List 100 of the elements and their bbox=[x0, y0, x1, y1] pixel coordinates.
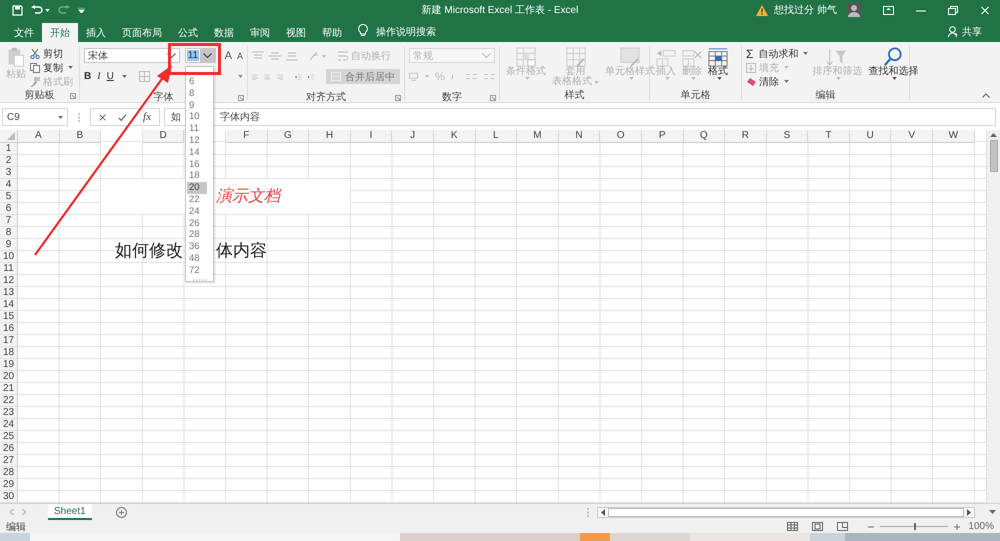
column-header[interactable]: H bbox=[309, 130, 351, 143]
row-header[interactable]: 16 bbox=[0, 323, 18, 335]
user-name[interactable]: 想找过分 帅气 bbox=[774, 3, 837, 17]
row-header[interactable]: 17 bbox=[0, 335, 18, 347]
tell-me-search[interactable]: 操作说明搜索 bbox=[376, 23, 436, 42]
decrease-decimal-icon[interactable] bbox=[484, 72, 495, 82]
restore-icon[interactable] bbox=[948, 6, 958, 14]
font-name-field[interactable]: 宋体 bbox=[84, 48, 180, 63]
row-header[interactable]: 5 bbox=[0, 191, 18, 203]
dialog-launcher-icon[interactable] bbox=[490, 95, 496, 101]
orientation-icon[interactable] bbox=[309, 50, 327, 60]
cut-button[interactable]: 剪切 bbox=[30, 47, 73, 60]
zoom-level[interactable]: 100% bbox=[968, 521, 994, 532]
find-button[interactable]: 查找和选择 bbox=[866, 46, 920, 88]
row-header[interactable]: 28 bbox=[0, 467, 18, 479]
dialog-launcher-icon[interactable] bbox=[238, 95, 244, 101]
font-size-option[interactable]: 11 bbox=[187, 123, 207, 135]
dialog-launcher-icon[interactable] bbox=[70, 93, 76, 99]
add-sheet-icon[interactable] bbox=[116, 506, 127, 518]
select-all-corner[interactable] bbox=[0, 130, 18, 143]
ribbon-tab[interactable]: 公式 bbox=[170, 23, 206, 42]
row-header[interactable]: 10 bbox=[0, 251, 18, 263]
border-icon[interactable] bbox=[138, 71, 150, 82]
grow-font-button[interactable]: A bbox=[224, 50, 232, 62]
align-bottom-icon[interactable] bbox=[286, 50, 298, 60]
row-header[interactable]: 23 bbox=[0, 407, 18, 419]
normal-view-icon[interactable] bbox=[787, 522, 798, 531]
scroll-right-icon[interactable] bbox=[22, 509, 26, 515]
font-size-option[interactable]: 6 bbox=[187, 76, 207, 88]
zoom-thumb[interactable] bbox=[914, 523, 916, 530]
column-header[interactable]: F bbox=[226, 130, 268, 143]
row-header[interactable]: 1 bbox=[0, 143, 18, 155]
dropdown-button[interactable] bbox=[200, 49, 215, 62]
currency-icon[interactable] bbox=[409, 72, 419, 82]
scroll-left-icon[interactable] bbox=[10, 509, 14, 515]
caret-icon[interactable] bbox=[45, 8, 50, 12]
name-box[interactable]: C9 bbox=[2, 108, 68, 126]
font-size-option[interactable]: 10 bbox=[187, 111, 207, 124]
row-header[interactable]: 14 bbox=[0, 299, 18, 311]
row-header[interactable]: 12 bbox=[0, 275, 18, 287]
insert-function-button[interactable]: fx bbox=[143, 111, 151, 123]
row-header[interactable]: 29 bbox=[0, 479, 18, 491]
row-header[interactable]: 24 bbox=[0, 419, 18, 431]
column-header[interactable]: U bbox=[850, 130, 892, 143]
column-header[interactable]: L bbox=[476, 130, 518, 143]
warning-icon[interactable] bbox=[756, 4, 768, 16]
column-header[interactable]: A bbox=[18, 130, 60, 143]
caret-icon[interactable] bbox=[122, 75, 127, 78]
align-left-icon[interactable] bbox=[252, 72, 258, 82]
row-header[interactable]: 21 bbox=[0, 383, 18, 395]
zoom-out-icon[interactable] bbox=[868, 524, 874, 530]
font-size-option[interactable]: 20 bbox=[187, 182, 207, 194]
column-header[interactable]: B bbox=[60, 130, 102, 143]
row-header[interactable]: 4 bbox=[0, 179, 18, 191]
autosum-button[interactable]: Σ 自动求和 bbox=[746, 47, 808, 60]
row-header[interactable]: 15 bbox=[0, 311, 18, 323]
row-header[interactable]: 11 bbox=[0, 263, 18, 275]
undo-icon[interactable] bbox=[31, 5, 43, 15]
row-header[interactable]: 8 bbox=[0, 227, 18, 239]
checkmark-icon[interactable] bbox=[118, 112, 128, 122]
align-top-icon[interactable] bbox=[252, 50, 264, 60]
caret-icon[interactable] bbox=[238, 75, 243, 78]
ribbon-tab[interactable]: 文件 bbox=[6, 23, 42, 42]
dialog-launcher-icon[interactable] bbox=[395, 95, 401, 101]
underline-button[interactable]: U bbox=[106, 71, 114, 82]
column-header[interactable]: I bbox=[350, 130, 392, 143]
column-header[interactable]: K bbox=[434, 130, 476, 143]
ribbon-display-icon[interactable] bbox=[883, 6, 894, 14]
close-icon[interactable] bbox=[980, 6, 990, 14]
zoom-in-icon[interactable] bbox=[954, 524, 960, 530]
column-header[interactable]: J bbox=[392, 130, 434, 143]
row-header[interactable]: 7 bbox=[0, 215, 18, 227]
scroll-thumb[interactable] bbox=[608, 508, 964, 516]
ribbon-tab[interactable]: 开始 bbox=[42, 23, 78, 42]
font-size-option[interactable]: 72 bbox=[187, 264, 207, 277]
column-header[interactable]: D bbox=[142, 130, 184, 143]
page-layout-icon[interactable] bbox=[812, 522, 824, 531]
comma-icon[interactable] bbox=[450, 74, 454, 80]
increase-decimal-icon[interactable] bbox=[466, 72, 478, 82]
column-header[interactable]: M bbox=[517, 130, 559, 143]
font-size-option[interactable]: 22 bbox=[187, 194, 207, 206]
row-header[interactable]: 25 bbox=[0, 431, 18, 443]
ribbon-tab[interactable]: 数据 bbox=[206, 23, 242, 42]
redo-icon[interactable] bbox=[58, 5, 70, 15]
italic-button[interactable]: I bbox=[97, 71, 101, 82]
font-size-option[interactable]: 14 bbox=[187, 146, 207, 159]
horizontal-scrollbar[interactable] bbox=[597, 506, 975, 518]
row-header[interactable]: 26 bbox=[0, 443, 18, 455]
ribbon-tab[interactable]: 视图 bbox=[278, 23, 314, 42]
font-size-option[interactable]: 12 bbox=[187, 134, 207, 147]
row-header[interactable]: 19 bbox=[0, 359, 18, 371]
font-size-option[interactable]: 26 bbox=[187, 218, 207, 230]
column-header[interactable]: V bbox=[891, 130, 934, 143]
ribbon-tab[interactable]: 审阅 bbox=[242, 23, 278, 42]
font-size-option[interactable]: 36 bbox=[187, 241, 207, 253]
column-header[interactable]: T bbox=[808, 130, 850, 143]
customize-caret-icon[interactable] bbox=[78, 8, 85, 12]
row-header[interactable]: 30 bbox=[0, 491, 18, 503]
vertical-scrollbar[interactable] bbox=[986, 130, 1000, 503]
align-center-icon[interactable] bbox=[264, 72, 271, 82]
